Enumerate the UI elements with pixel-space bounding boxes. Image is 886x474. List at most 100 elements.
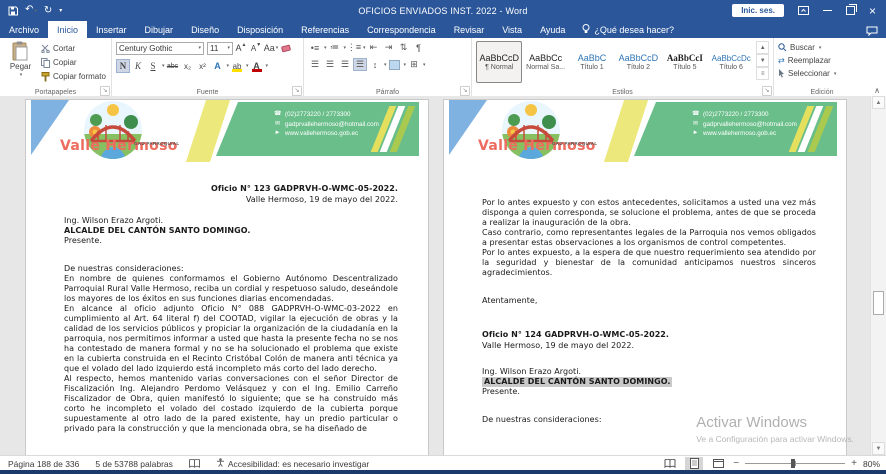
group-editing: Buscar▾ ⇄ Reemplazar Seleccionar▾ Edició… <box>774 38 870 96</box>
clear-formatting-button[interactable] <box>279 41 293 55</box>
replace-button[interactable]: ⇄ Reemplazar <box>778 54 866 67</box>
text-effects-button[interactable]: A <box>211 59 225 73</box>
paste-button[interactable]: Pegar ▾ <box>4 41 37 85</box>
font-size-combobox[interactable]: 11▾ <box>207 42 233 55</box>
borders-icon[interactable]: ⊞ <box>407 58 421 71</box>
show-marks-icon[interactable]: ¶ <box>412 41 426 54</box>
subscript-button[interactable]: x₂ <box>181 59 195 73</box>
align-right-icon[interactable]: ☰ <box>338 58 352 71</box>
shrink-font-button[interactable]: A▼ <box>249 41 263 55</box>
multilevel-list-icon[interactable]: ⋮≡ <box>347 41 361 54</box>
minimize-icon[interactable] <box>823 10 832 11</box>
read-mode-icon[interactable] <box>661 457 679 470</box>
increase-indent-icon[interactable]: ⇥ <box>382 41 396 54</box>
underline-button[interactable]: S <box>146 59 160 73</box>
tab-referencias[interactable]: Referencias <box>292 21 358 38</box>
paragraph-dialog-launcher-icon[interactable]: ↘ <box>460 86 470 96</box>
sort-icon[interactable]: ⇅ <box>397 41 411 54</box>
oficio-number: Oficio N° 123 GADPRVH-O-WMC-05-2022. <box>64 184 398 195</box>
activate-windows-watermark: Activar Windows Ve a Configuración para … <box>696 414 854 444</box>
tab-ayuda[interactable]: Ayuda <box>531 21 574 38</box>
tab-dibujar[interactable]: Dibujar <box>136 21 183 38</box>
letter-content-left[interactable]: Oficio N° 123 GADPRVH-O-WMC-05-2022. Val… <box>26 184 428 434</box>
scrollbar-thumb[interactable] <box>873 291 884 315</box>
shading-icon[interactable] <box>388 58 402 71</box>
recipient-name: Ing. Wilson Erazo Argoti. <box>64 216 398 226</box>
numbering-icon[interactable]: ≔ <box>328 41 342 54</box>
bullets-icon[interactable]: •≡ <box>308 41 322 54</box>
style-normal-sa[interactable]: AaBbCc Normal Sa... <box>522 41 568 83</box>
superscript-button[interactable]: x² <box>196 59 210 73</box>
select-button[interactable]: Seleccionar▾ <box>778 67 866 80</box>
font-color-button[interactable]: A <box>250 59 264 73</box>
highlight-button[interactable]: ab <box>230 59 244 73</box>
status-page-indicator[interactable]: Página 188 de 336 <box>0 459 87 469</box>
document-page-right[interactable]: ☎(02)2773220 / 2773300 ✉gadprvallehermos… <box>443 99 847 455</box>
group-font: Century Gothic▾ 11▾ A▲ A▼ Aa▾ N K S▾ abc… <box>112 38 304 96</box>
zoom-slider[interactable] <box>745 463 845 464</box>
scroll-down-icon[interactable]: ▼ <box>872 442 885 455</box>
scroll-up-icon[interactable]: ▲ <box>872 96 885 109</box>
font-family-combobox[interactable]: Century Gothic▾ <box>116 42 204 55</box>
web-layout-icon[interactable] <box>709 457 727 470</box>
align-center-icon[interactable]: ☰ <box>323 58 337 71</box>
zoom-in-icon[interactable]: + <box>851 459 857 469</box>
tab-correspondencia[interactable]: Correspondencia <box>358 21 445 38</box>
collapse-ribbon-icon[interactable]: ∧ <box>874 86 880 95</box>
grow-font-button[interactable]: A▲ <box>234 41 248 55</box>
status-word-count[interactable]: 5 de 53788 palabras <box>87 459 181 469</box>
ribbon-tab-row: Archivo Inicio Insertar Dibujar Diseño D… <box>0 21 886 38</box>
restore-icon[interactable] <box>846 6 855 15</box>
style-titulo-1[interactable]: AaBbC Título 1 <box>569 41 615 83</box>
header-green-banner: ☎(02)2773220 / 2773300 ✉gadprvallehermos… <box>216 102 419 156</box>
zoom-level[interactable]: 80% <box>863 459 880 469</box>
tab-insertar[interactable]: Insertar <box>87 21 136 38</box>
recipient-name: Ing. Wilson Erazo Argoti. <box>482 367 816 377</box>
copy-button[interactable]: Copiar <box>41 56 107 69</box>
tab-vista[interactable]: Vista <box>493 21 531 38</box>
zoom-out-icon[interactable]: − <box>733 459 739 469</box>
find-button[interactable]: Buscar▾ <box>778 41 866 54</box>
cut-button[interactable]: Cortar <box>41 42 107 55</box>
line-spacing-icon[interactable]: ↕ <box>368 58 382 71</box>
close-icon[interactable]: × <box>869 5 876 17</box>
format-painter-button[interactable]: Copiar formato <box>41 70 107 83</box>
ribbon-display-options-icon[interactable] <box>798 2 809 20</box>
tell-me-box[interactable]: ¿Qué desea hacer? <box>574 21 682 38</box>
letter-content-right[interactable]: Por lo antes expuesto y con estos antece… <box>444 198 846 425</box>
style-titulo-2[interactable]: AaBbCcD Título 2 <box>615 41 661 83</box>
font-dialog-launcher-icon[interactable]: ↘ <box>292 86 302 96</box>
italic-button[interactable]: K <box>131 59 145 73</box>
styles-dialog-launcher-icon[interactable]: ↘ <box>762 86 772 96</box>
tab-inicio[interactable]: Inicio <box>48 21 87 38</box>
tab-disposicion[interactable]: Disposición <box>228 21 292 38</box>
style-titulo-5[interactable]: AaBbCcI Título 5 <box>662 41 708 83</box>
document-page-left[interactable]: ☎(02)2773220 / 2773300 ✉gadprvallehermos… <box>25 99 429 455</box>
accessibility-status[interactable]: Accesibilidad: es necesario investigar <box>208 458 377 469</box>
sign-in-button[interactable]: Inic. ses. <box>732 4 784 17</box>
recipient-title: ALCALDE DEL CANTÓN SANTO DOMINGO. <box>64 226 398 236</box>
document-canvas[interactable]: ☎(02)2773220 / 2773300 ✉gadprvallehermos… <box>0 96 886 455</box>
change-case-button[interactable]: Aa▾ <box>264 41 278 55</box>
styles-gallery-expand-icon[interactable]: ≡ <box>756 67 769 80</box>
style-normal[interactable]: AaBbCcD ¶ Normal <box>476 41 522 83</box>
zoom-slider-thumb[interactable] <box>791 459 795 468</box>
style-titulo-6[interactable]: AaBbCcDc Título 6 <box>708 41 754 83</box>
bold-button[interactable]: N <box>116 59 130 73</box>
tab-diseno[interactable]: Diseño <box>182 21 228 38</box>
proofing-status-icon[interactable] <box>181 459 208 468</box>
tab-revisar[interactable]: Revisar <box>445 21 494 38</box>
group-paragraph: •≡▾ ≔▾ ⋮≡▾ ⇤ ⇥ ⇅ ¶ ☰ ☰ ☰ ☰ ↕▾ ▾ ⊞▾ Párra… <box>304 38 472 96</box>
align-left-icon[interactable]: ☰ <box>308 58 322 71</box>
paragraph: En nombre de quienes conformamos el Gobi… <box>64 274 398 304</box>
tab-archivo[interactable]: Archivo <box>0 21 48 38</box>
styles-scroll-up-icon[interactable]: ▲ <box>756 41 769 54</box>
decrease-indent-icon[interactable]: ⇤ <box>367 41 381 54</box>
eraser-icon <box>281 44 292 53</box>
vertical-scrollbar[interactable]: ▲ ▼ <box>870 96 886 455</box>
justify-icon[interactable]: ☰ <box>353 58 367 71</box>
print-layout-icon[interactable] <box>685 457 703 470</box>
styles-scroll-down-icon[interactable]: ▼ <box>756 54 769 67</box>
strikethrough-button[interactable]: abc <box>166 59 180 73</box>
clipboard-dialog-launcher-icon[interactable]: ↘ <box>100 86 110 96</box>
